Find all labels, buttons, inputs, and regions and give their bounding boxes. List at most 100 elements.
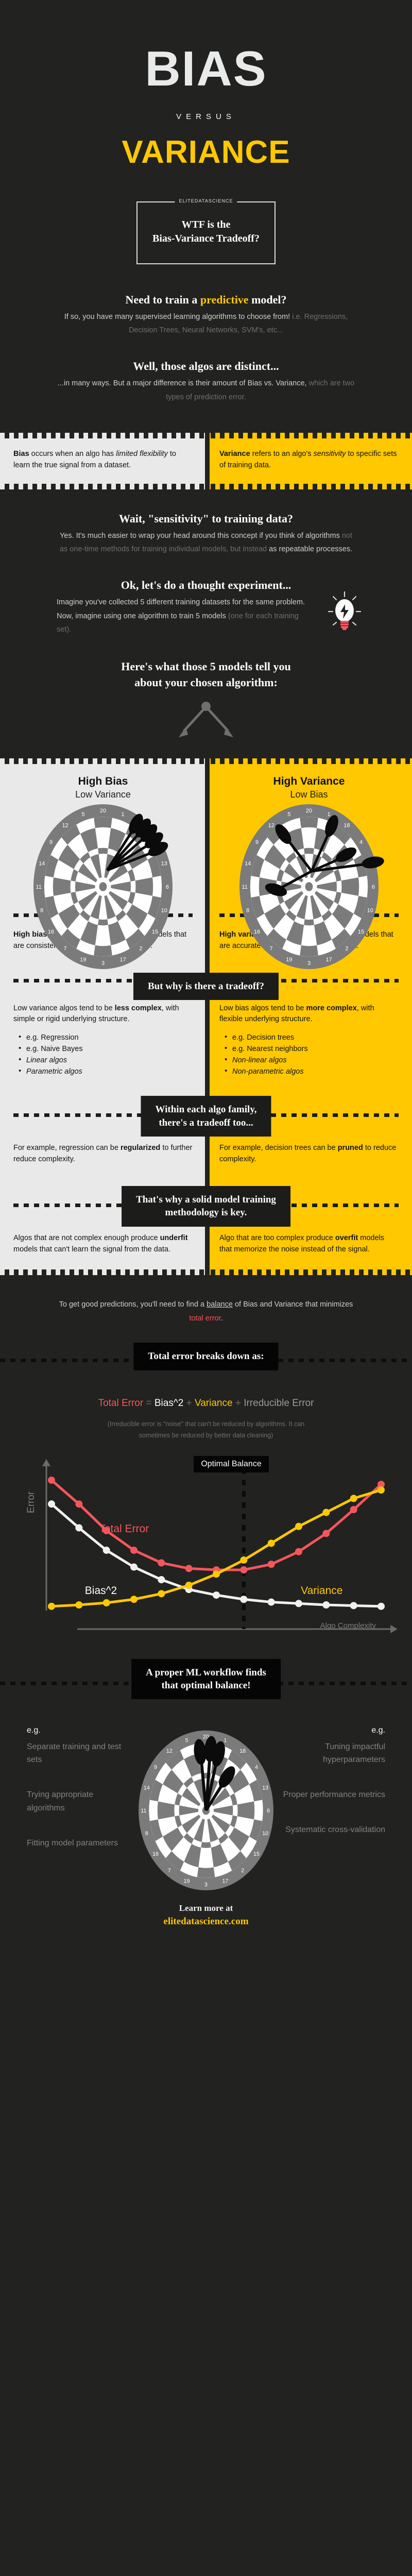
models-lead-line2: about your chosen algorithm: — [134, 675, 278, 689]
methodology-left-bold: underfit — [160, 1233, 188, 1242]
total-error-ribbon-section: Total error breaks down as: — [0, 1343, 412, 1379]
website-link[interactable]: elitedatascience.com — [0, 1916, 412, 1927]
svg-text:7: 7 — [168, 1868, 171, 1874]
intro-body-a: If so, you have many supervised learning… — [64, 312, 293, 321]
svg-text:3: 3 — [101, 960, 105, 967]
tradeoff-left-text-a: Low variance algos tend to be — [13, 1004, 115, 1012]
svg-text:19: 19 — [286, 957, 292, 963]
intro-heading-highlight: predictive — [200, 293, 249, 306]
svg-text:17: 17 — [325, 957, 332, 963]
perforation-bottom-left — [0, 483, 206, 489]
perforation-bottom-method-right — [206, 1269, 412, 1276]
svg-text:12: 12 — [166, 1748, 173, 1754]
svg-text:9: 9 — [49, 839, 53, 845]
bias-emphasis: limited flexibility — [116, 450, 168, 459]
workflow-ribbon-line2: that optimal balance! — [161, 1680, 251, 1691]
family-right-text-a: For example, decision trees can be — [219, 1144, 338, 1153]
infographic-page: BIAS VERSUS VARIANCE ELITEDATASCIENCE WT… — [0, 0, 412, 2576]
perforation-top-left — [0, 433, 206, 439]
list-item: e.g. Decision trees — [225, 1031, 399, 1043]
svg-text:12: 12 — [62, 822, 68, 828]
brand-label: ELITEDATASCIENCE — [175, 198, 237, 204]
svg-text:10: 10 — [161, 908, 167, 914]
high-variance-header: High Variance Low Bias — [206, 764, 412, 804]
hero-section: BIAS VERSUS VARIANCE — [0, 0, 412, 168]
list-item: Non-parametric algos — [225, 1065, 399, 1077]
list-item: e.g. Regression — [19, 1031, 193, 1043]
formula-plus2: + — [232, 1398, 244, 1409]
svg-text:5: 5 — [81, 811, 84, 818]
wtf-title-line2: Bias-Variance Tradeoff? — [152, 232, 260, 244]
svg-text:15: 15 — [152, 929, 158, 935]
thought-heading: Ok, let's do a thought experiment... — [121, 579, 291, 592]
dartboard-high-bias: 2011841361015217319716811149125 — [33, 804, 173, 970]
family-ribbon: Within each algo family, there's a trade… — [141, 1096, 271, 1137]
family-right-bold: pruned — [337, 1144, 363, 1153]
svg-text:19: 19 — [80, 957, 86, 963]
workflow-ribbon: A proper ML workflow finds that optimal … — [131, 1658, 281, 1700]
balance-block: To get good predictions, you'll need to … — [57, 1298, 355, 1325]
models-lead-line1: Here's what those 5 models tell you — [121, 660, 291, 673]
dartboard-high-variance: 2011841361015217319716811149125 — [239, 804, 384, 970]
tradeoff-right-text-a: Low bias algos tend to be — [219, 1004, 306, 1012]
svg-text:5: 5 — [287, 811, 290, 818]
svg-text:16: 16 — [254, 929, 260, 935]
formula-irreducible: Irreducible Error — [244, 1398, 314, 1409]
family-left-text: For example, regression can be regulariz… — [13, 1143, 193, 1165]
irreducible-note-line2: sometimes be reduced by better data clea… — [139, 1432, 273, 1439]
svg-text:17: 17 — [119, 957, 126, 963]
svg-text:6: 6 — [267, 1807, 270, 1814]
high-variance-dartboard-stage: 2011841361015217319716811149125 — [206, 804, 412, 970]
intro-block: Need to train a predictive model? If so,… — [57, 293, 355, 337]
balance-body-c: of Bias and Variance that minimizes — [232, 1300, 353, 1309]
svg-text:1: 1 — [122, 811, 125, 818]
workflow-ribbon-line1: A proper ML workflow finds — [146, 1667, 266, 1678]
tradeoff-right-bullets: e.g. Decision trees e.g. Nearest neighbo… — [225, 1031, 399, 1077]
footer-right-item-1: Tuning impactful hyperparameters — [323, 1742, 385, 1765]
svg-text:19: 19 — [184, 1878, 190, 1884]
bias-text-a: occurs when an algo has — [29, 450, 116, 459]
chart-svg: Error Total Error Bias^2 Variance — [26, 1459, 398, 1633]
tradeoff-left-text: Low variance algos tend to be less compl… — [13, 1003, 193, 1026]
svg-text:10: 10 — [367, 908, 373, 914]
total-error-ribbon: Total error breaks down as: — [133, 1343, 279, 1370]
balance-body-balance: balance — [207, 1300, 233, 1309]
irreducible-note: (Irreducible error is "noise" that can't… — [57, 1418, 355, 1442]
irreducible-note-line1: (Irreducible error is "noise" that can't… — [107, 1420, 305, 1428]
intro-body: If so, you have many supervised learning… — [57, 310, 355, 337]
intro-heading-a: Need to train a — [125, 293, 200, 306]
models-lead-heading: Here's what those 5 models tell you abou… — [57, 659, 355, 690]
hero-subtitle: VARIANCE — [122, 134, 290, 170]
high-variance-panel: High Variance Low Bias 20118413610152173… — [206, 758, 412, 970]
formula-block: Total Error = Bias^2 + Variance + Irredu… — [57, 1396, 355, 1442]
svg-text:Bias^2: Bias^2 — [85, 1585, 117, 1597]
list-item: Non-linear algos — [225, 1054, 399, 1066]
hero-versus-label: VERSUS — [176, 112, 236, 121]
perforation-top-left-2 — [0, 758, 206, 765]
definition-panels: Bias occurs when an algo has limited fle… — [0, 433, 412, 489]
family-left-text-a: For example, regression can be — [13, 1144, 121, 1153]
svg-text:13: 13 — [262, 1785, 268, 1791]
distinct-body-a: ...in many ways. But a major difference … — [57, 379, 309, 388]
intro-heading: Need to train a predictive model? — [57, 293, 355, 307]
variance-term: Variance — [219, 450, 250, 459]
footer-left-item-3: Fitting model parameters — [27, 1839, 118, 1848]
svg-text:6: 6 — [166, 884, 169, 890]
perforation-top-right — [206, 433, 412, 439]
svg-text:11: 11 — [36, 884, 41, 890]
tradeoff-right-bold: more complex — [306, 1004, 357, 1012]
svg-text:14: 14 — [245, 860, 251, 867]
family-right-text: For example, decision trees can be prune… — [219, 1143, 399, 1165]
svg-text:3: 3 — [204, 1882, 208, 1888]
footer-right-eg-label: e.g. — [371, 1725, 385, 1735]
svg-text:Variance: Variance — [301, 1585, 342, 1597]
variance-definition-panel: Variance refers to an algo's sensitivity… — [206, 433, 412, 489]
methodology-left-text-a: Algos that are not complex enough produc… — [13, 1233, 160, 1242]
svg-text:4: 4 — [255, 1764, 258, 1770]
svg-text:1: 1 — [328, 811, 331, 818]
svg-text:14: 14 — [144, 1785, 150, 1791]
svg-text:16: 16 — [152, 1851, 159, 1857]
variance-definition-text: Variance refers to an algo's sensitivity… — [219, 449, 399, 471]
formula-variance: Variance — [194, 1398, 233, 1409]
distinct-block: Well, those algos are distinct... ...in … — [57, 360, 355, 404]
